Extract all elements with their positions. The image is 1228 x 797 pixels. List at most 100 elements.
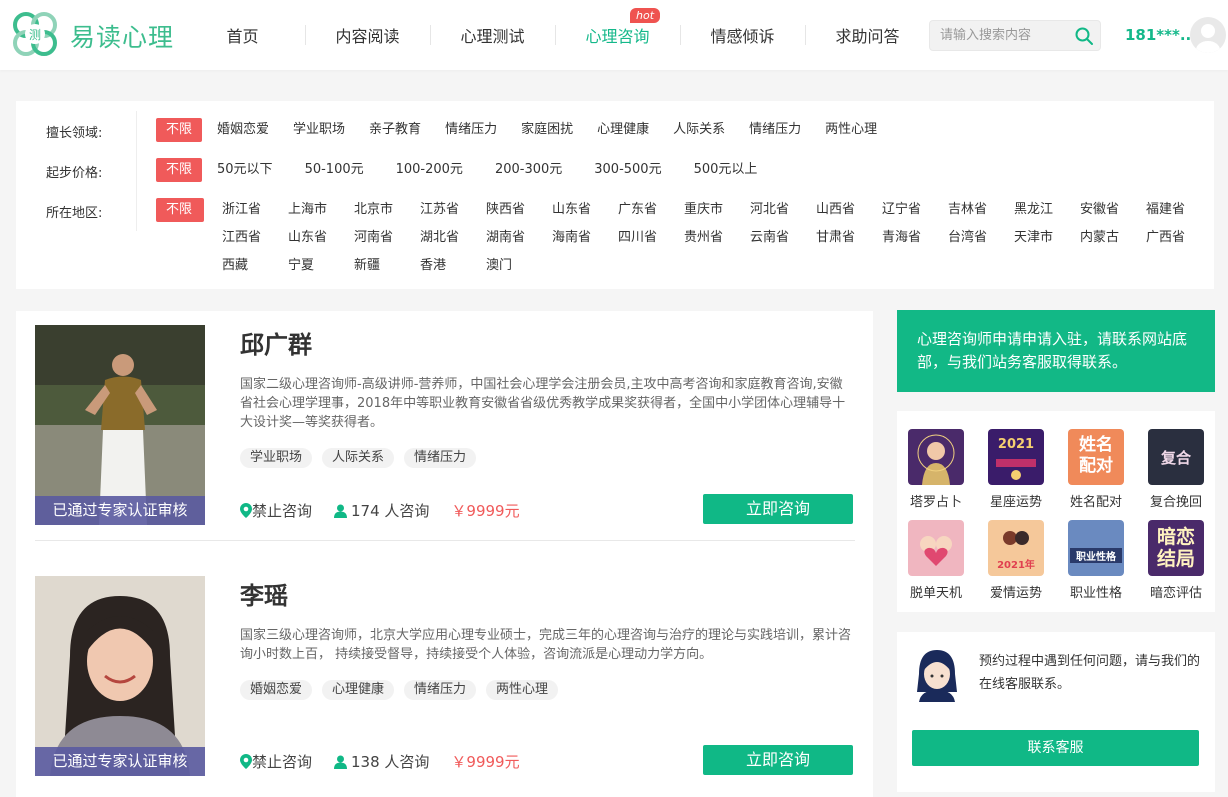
filter-option[interactable]: 山东省 <box>549 198 615 222</box>
consult-count: 174 人咨询 <box>351 502 430 520</box>
filter-option[interactable]: 重庆市 <box>681 198 747 222</box>
filter-option[interactable]: 澳门 <box>483 254 549 278</box>
tool-label: 星座运势 <box>989 495 1042 510</box>
tool-reconcile[interactable]: 复合 复合挽回 <box>1140 429 1212 510</box>
nav-emotion[interactable]: 情感倾诉 <box>680 23 805 47</box>
filter-option[interactable]: 不限 <box>156 198 204 222</box>
contact-service-button[interactable]: 联系客服 <box>912 730 1199 766</box>
counselor-name[interactable]: 李瑶 <box>240 576 288 611</box>
site-logo[interactable]: 测 易读心理 <box>6 10 174 62</box>
filter-option[interactable]: 吉林省 <box>945 198 1011 222</box>
tool-love-fortune[interactable]: 2021年 爱情运势 <box>980 520 1052 601</box>
filter-option[interactable]: 学业职场 <box>285 118 353 142</box>
tool-name-match[interactable]: 姓名配对 姓名配对 <box>1060 429 1132 510</box>
filter-option[interactable]: 亲子教育 <box>361 118 429 142</box>
filter-option[interactable]: 内蒙古 <box>1077 226 1143 250</box>
filter-option[interactable]: 两性心理 <box>817 118 885 142</box>
filter-option[interactable]: 婚姻恋爱 <box>209 118 277 142</box>
filter-option[interactable]: 不限 <box>156 118 203 142</box>
default-avatar-icon <box>1196 24 1220 53</box>
location-text: 禁止咨询 <box>252 753 313 771</box>
nav-consulting[interactable]: 心理咨询 hot <box>555 8 680 47</box>
consult-count-meta: 174 人咨询 <box>334 500 429 521</box>
filter-option[interactable]: 浙江省 <box>219 198 285 222</box>
filter-option[interactable]: 上海市 <box>285 198 351 222</box>
filter-option[interactable]: 青海省 <box>879 226 945 250</box>
nav-qa[interactable]: 求助问答 <box>805 23 930 47</box>
tool-label: 塔罗占卜 <box>909 495 962 510</box>
filter-option[interactable]: 安徽省 <box>1077 198 1143 222</box>
counselor-name[interactable]: 邱广群 <box>240 325 312 360</box>
tool-singles[interactable]: 脱单天机 <box>900 520 972 601</box>
filter-option[interactable]: 宁夏 <box>285 254 351 278</box>
person-icon <box>334 504 348 518</box>
filter-option[interactable]: 辽宁省 <box>879 198 945 222</box>
filter-option[interactable]: 200-300元 <box>487 158 570 182</box>
filter-option[interactable]: 香港 <box>417 254 483 278</box>
location-pin-icon <box>240 754 252 769</box>
crush-icon-text: 暗恋结局 <box>1156 526 1195 570</box>
filter-option[interactable]: 天津市 <box>1011 226 1077 250</box>
filter-option[interactable]: 山东省 <box>285 226 351 250</box>
nav-emotion-label: 情感倾诉 <box>710 27 775 46</box>
filter-option[interactable]: 甘肃省 <box>813 226 879 250</box>
filter-option[interactable]: 不限 <box>156 158 203 182</box>
search-input[interactable] <box>940 21 1070 50</box>
filter-option[interactable]: 广东省 <box>615 198 681 222</box>
filter-option[interactable]: 黑龙江 <box>1011 198 1077 222</box>
career-icon-text: 职业性格 <box>1070 548 1122 563</box>
nav-home[interactable]: 首页 <box>180 23 305 47</box>
tool-label: 爱情运势 <box>989 586 1042 601</box>
filter-option[interactable]: 河南省 <box>351 226 417 250</box>
counselor-photo[interactable]: 已通过专家认证审核 <box>35 576 205 776</box>
filter-option[interactable]: 云南省 <box>747 226 813 250</box>
filter-option[interactable]: 山西省 <box>813 198 879 222</box>
nav-tests[interactable]: 心理测试 <box>430 23 555 47</box>
user-name[interactable]: 181***... <box>1125 26 1197 44</box>
nav-qa-label: 求助问答 <box>835 27 900 46</box>
filter-option[interactable]: 心理健康 <box>589 118 657 142</box>
filter-option[interactable]: 贵州省 <box>681 226 747 250</box>
filter-option[interactable]: 福建省 <box>1143 198 1209 222</box>
tool-horoscope[interactable]: 2021 星座运势 <box>980 429 1052 510</box>
filter-option[interactable]: 四川省 <box>615 226 681 250</box>
counselor-photo[interactable]: 已通过专家认证审核 <box>35 325 205 525</box>
counselor-tags: 学业职场 人际关系 情绪压力 <box>240 448 486 468</box>
counselor-tag: 心理健康 <box>322 680 395 700</box>
filter-option[interactable]: 300-500元 <box>586 158 669 182</box>
location-text: 禁止咨询 <box>252 502 313 520</box>
consult-now-button[interactable]: 立即咨询 <box>703 494 853 524</box>
filter-option[interactable]: 新疆 <box>351 254 417 278</box>
filter-option[interactable]: 情绪压力 <box>741 118 809 142</box>
tool-career[interactable]: 职业性格 职业性格 <box>1060 520 1132 601</box>
nav-reading[interactable]: 内容阅读 <box>305 23 430 47</box>
filter-option[interactable]: 100-200元 <box>388 158 471 182</box>
filter-option[interactable]: 江苏省 <box>417 198 483 222</box>
filter-option[interactable]: 西藏 <box>219 254 285 278</box>
search-icon[interactable] <box>1074 26 1094 46</box>
filter-option[interactable]: 50元以下 <box>209 158 281 182</box>
search-box <box>929 20 1101 51</box>
filter-option[interactable]: 50-100元 <box>297 158 372 182</box>
filter-option[interactable]: 江西省 <box>219 226 285 250</box>
svg-text:测: 测 <box>29 28 41 42</box>
consult-now-button[interactable]: 立即咨询 <box>703 745 853 775</box>
filter-option[interactable]: 湖北省 <box>417 226 483 250</box>
filter-option[interactable]: 500元以上 <box>686 158 766 182</box>
tool-tarot[interactable]: 塔罗占卜 <box>900 429 972 510</box>
tool-crush[interactable]: 暗恋结局 暗恋评估 <box>1140 520 1212 601</box>
filter-option[interactable]: 河北省 <box>747 198 813 222</box>
filter-option[interactable]: 台湾省 <box>945 226 1011 250</box>
filter-option[interactable]: 海南省 <box>549 226 615 250</box>
filter-option[interactable]: 陕西省 <box>483 198 549 222</box>
cert-bar: 已通过专家认证审核 <box>35 747 205 776</box>
filter-option[interactable]: 广西省 <box>1143 226 1209 250</box>
user-avatar[interactable] <box>1190 17 1226 53</box>
filter-option[interactable]: 人际关系 <box>665 118 733 142</box>
filter-option[interactable]: 湖南省 <box>483 226 549 250</box>
filter-option[interactable]: 情绪压力 <box>437 118 505 142</box>
filter-option[interactable]: 家庭困扰 <box>513 118 581 142</box>
filter-option[interactable]: 北京市 <box>351 198 417 222</box>
counselor-photo-image <box>35 576 205 776</box>
crush-icon: 暗恋结局 <box>1148 520 1204 576</box>
